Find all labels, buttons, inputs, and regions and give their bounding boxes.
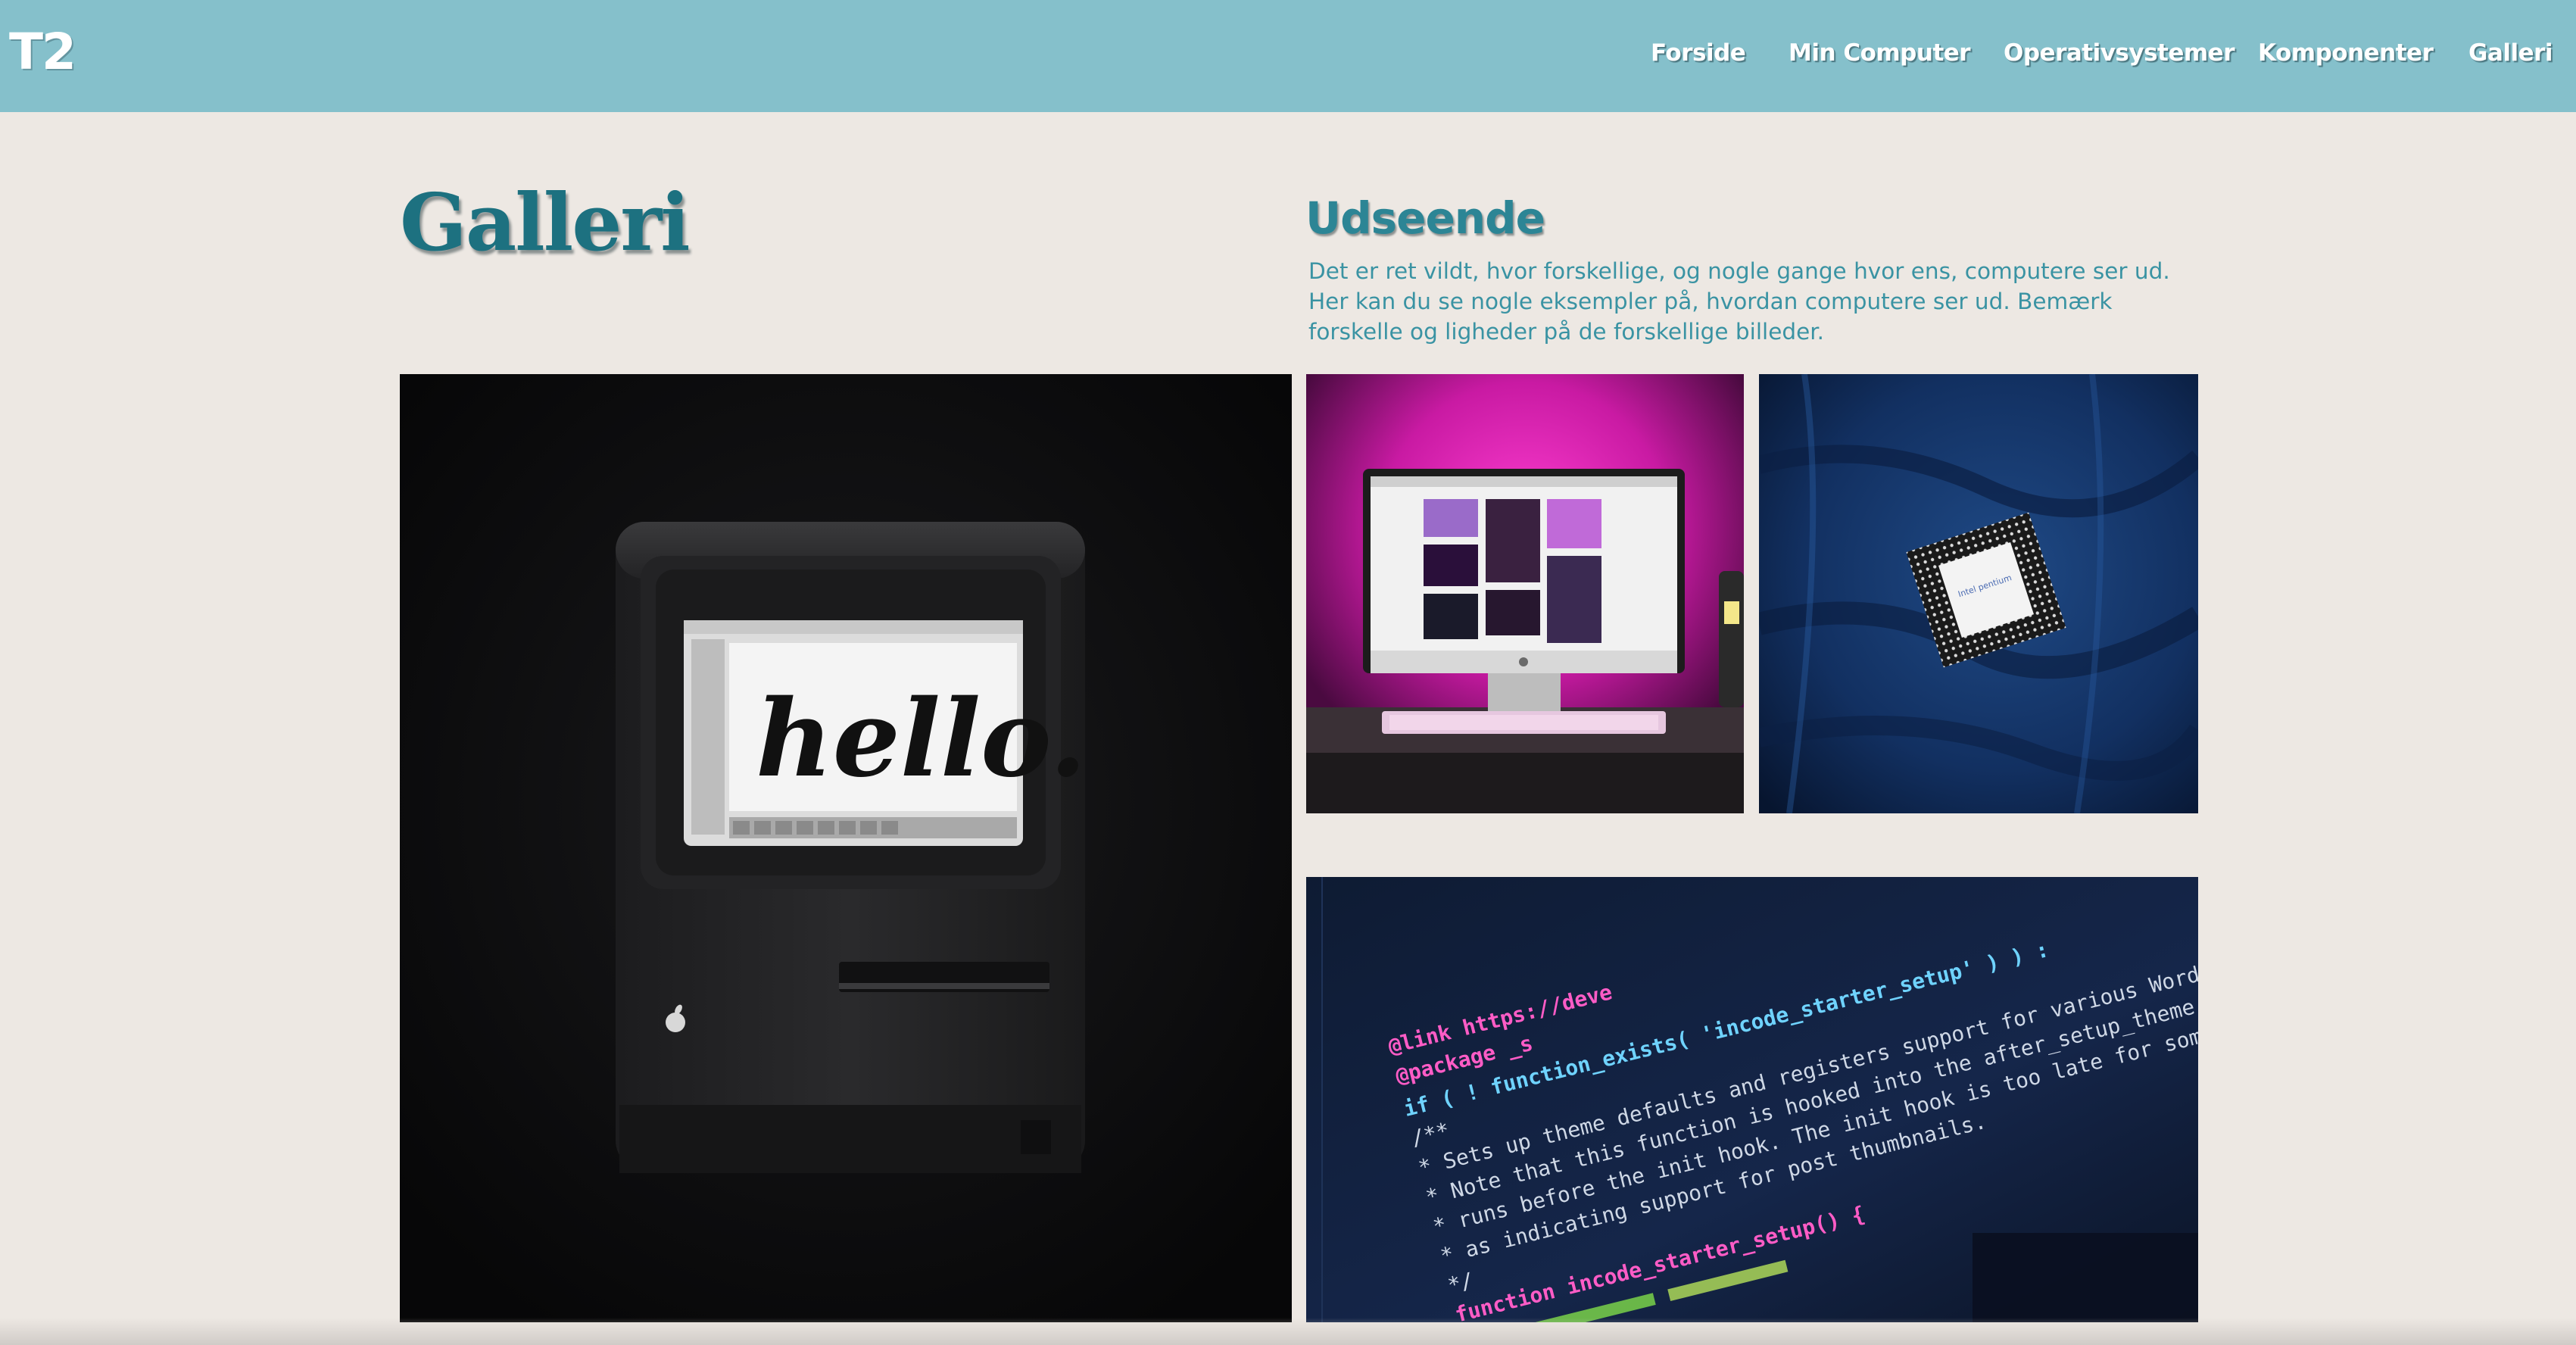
classic-mac-illustration: hello. (400, 374, 1292, 1322)
section-description: Det er ret vildt, hvor forskellige, og n… (1308, 258, 2170, 345)
nav-item-galleri[interactable]: Galleri (2468, 39, 2553, 67)
nav-item-komponenter[interactable]: Komponenter (2258, 39, 2434, 67)
page-bottom-shadow (0, 1318, 2576, 1345)
gallery-image-classic-mac[interactable]: hello. (400, 374, 1292, 1322)
section-title: Udseende (1305, 192, 1545, 244)
top-navigation-bar: T2 Forside Min Computer Operativsystemer… (0, 0, 2576, 112)
code-screen-illustration: @link https://deve @package _s if ( ! fu… (1306, 877, 2198, 1322)
gallery-image-imac-pink[interactable] (1306, 374, 1744, 813)
site-logo[interactable]: T2 (9, 23, 76, 81)
gallery-image-cpu-chip[interactable]: Intel pentium (1759, 374, 2198, 813)
mac-screen-hello-text: hello. (756, 677, 1087, 801)
nav-item-operativsystemer[interactable]: Operativsystemer (2004, 39, 2235, 67)
imac-illustration (1306, 374, 1744, 813)
page-title: Galleri (400, 176, 691, 269)
nav-item-forside[interactable]: Forside (1651, 39, 1746, 67)
gallery-image-code-screen[interactable]: @link https://deve @package _s if ( ! fu… (1306, 877, 2198, 1322)
nav-item-min-computer[interactable]: Min Computer (1789, 39, 1971, 67)
cpu-chip-illustration: Intel pentium (1759, 374, 2198, 813)
